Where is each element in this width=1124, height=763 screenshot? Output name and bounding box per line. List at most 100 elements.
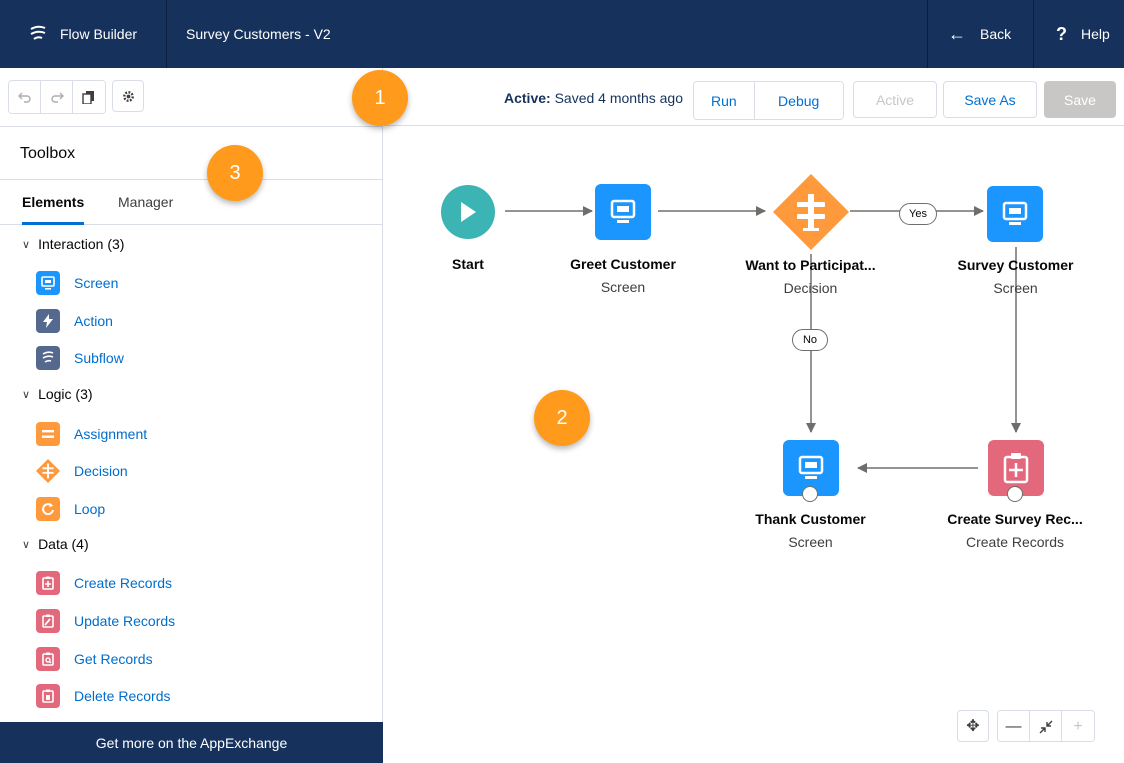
zoom-in-button[interactable]: + xyxy=(1062,711,1094,741)
back-button[interactable]: ← Back xyxy=(948,0,1011,68)
node-decision[interactable] xyxy=(771,172,851,252)
divider xyxy=(166,0,167,68)
sidebar-toolbar xyxy=(8,80,144,114)
delete-records-icon xyxy=(36,684,60,708)
lightning-icon xyxy=(36,309,60,333)
update-records-icon xyxy=(36,609,60,633)
element-label: Delete Records xyxy=(74,688,171,704)
help-icon: ? xyxy=(1056,23,1067,44)
redo-icon xyxy=(50,92,64,103)
callout-badge-2: 2 xyxy=(534,390,590,446)
outcome-no-label[interactable]: No xyxy=(792,329,828,351)
copy-button[interactable] xyxy=(73,81,105,113)
save-button[interactable]: Save xyxy=(1044,81,1116,118)
node-survey-type: Screen xyxy=(993,280,1038,296)
toolbox-tabs: Elements Manager xyxy=(0,180,382,225)
toolbox-panel: Toolbox Elements Manager ∨ Interaction (… xyxy=(0,68,383,763)
element-decision[interactable]: Decision xyxy=(36,459,128,483)
save-as-button[interactable]: Save As xyxy=(943,81,1037,118)
node-create-type: Create Records xyxy=(965,534,1065,550)
run-button[interactable]: Run xyxy=(694,82,755,119)
element-loop[interactable]: Loop xyxy=(36,497,105,521)
screen-icon xyxy=(1002,201,1028,225)
element-screen[interactable]: Screen xyxy=(36,271,118,295)
decision-icon xyxy=(773,174,849,250)
active-button-wrap: Active xyxy=(853,81,937,118)
node-survey-customer[interactable] xyxy=(987,186,1043,242)
section-logic[interactable]: ∨ Logic (3) xyxy=(22,386,93,402)
node-survey-label: Survey Customer xyxy=(957,257,1074,273)
global-header: Flow Builder Survey Customers - V2 ← Bac… xyxy=(0,0,1124,68)
collapse-icon xyxy=(1039,720,1052,734)
node-start[interactable] xyxy=(441,185,495,239)
node-greet-type: Screen xyxy=(600,279,646,295)
help-label: Help xyxy=(1081,26,1110,42)
undo-button[interactable] xyxy=(9,81,41,113)
plus-icon: + xyxy=(1073,718,1083,735)
chevron-down-icon: ∨ xyxy=(22,238,31,251)
help-button[interactable]: ? Help xyxy=(1056,0,1110,68)
screen-icon xyxy=(798,455,824,479)
element-label: Assignment xyxy=(74,426,148,442)
tab-elements[interactable]: Elements xyxy=(22,180,85,225)
element-label: Update Records xyxy=(74,613,176,629)
zoom-group: — + xyxy=(997,710,1095,742)
element-update-records[interactable]: Update Records xyxy=(36,609,175,633)
status-prefix: Active: xyxy=(504,90,551,106)
zoom-out-button[interactable]: — xyxy=(998,711,1030,741)
section-data[interactable]: ∨ Data (4) xyxy=(22,536,89,552)
back-label: Back xyxy=(980,26,1012,42)
section-label: Data (4) xyxy=(38,536,89,552)
section-label: Logic (3) xyxy=(38,386,93,402)
status-text: Active: Saved 4 months ago xyxy=(504,90,683,106)
element-label: Action xyxy=(74,313,113,329)
screen-icon xyxy=(610,199,636,223)
node-thank-type: Screen xyxy=(788,534,833,550)
redo-button[interactable] xyxy=(41,81,73,113)
element-action[interactable]: Action xyxy=(36,309,113,333)
screen-icon xyxy=(36,271,60,295)
thank-connector-handle[interactable] xyxy=(802,486,818,502)
status-value: Saved 4 months ago xyxy=(554,90,683,106)
decision-icon xyxy=(36,459,60,483)
element-subflow[interactable]: Subflow xyxy=(36,346,124,370)
flow-canvas[interactable]: Start Greet Customer Screen Want to Part… xyxy=(383,127,1124,763)
action-bar: Active: Saved 4 months ago Run Debug Act… xyxy=(383,68,1124,126)
element-assignment[interactable]: Assignment xyxy=(36,422,147,446)
appexchange-link[interactable]: Get more on the AppExchange xyxy=(0,722,383,763)
arrow-left-icon: ← xyxy=(948,23,966,44)
debug-button[interactable]: Debug xyxy=(754,82,843,119)
chevron-down-icon: ∨ xyxy=(22,388,31,401)
create-records-icon xyxy=(1003,453,1029,484)
element-label: Screen xyxy=(74,275,119,291)
minus-icon: — xyxy=(1005,718,1022,735)
node-greet-label: Greet Customer xyxy=(570,256,676,272)
play-icon xyxy=(461,202,476,222)
pan-button[interactable]: ✥ xyxy=(957,710,989,742)
element-get-records[interactable]: Get Records xyxy=(36,647,153,671)
node-create-label: Create Survey Rec... xyxy=(947,511,1083,527)
app-title[interactable]: Flow Builder xyxy=(28,0,137,68)
element-label: Subflow xyxy=(74,350,124,366)
toolbox-title: Toolbox xyxy=(20,145,76,162)
node-greet-customer[interactable] xyxy=(595,184,651,240)
create-connector-handle[interactable] xyxy=(1007,486,1023,502)
callout-badge-3: 3 xyxy=(207,145,263,201)
divider xyxy=(927,0,928,68)
divider xyxy=(1033,0,1034,68)
flow-name: Survey Customers - V2 xyxy=(186,0,331,68)
activate-button[interactable]: Active xyxy=(853,81,937,118)
element-label: Loop xyxy=(74,501,106,517)
get-records-icon xyxy=(36,647,60,671)
element-label: Create Records xyxy=(74,575,173,591)
settings-button[interactable] xyxy=(112,80,144,112)
run-debug-group: Run Debug xyxy=(693,81,844,120)
save-as-wrap: Save As xyxy=(943,81,1037,118)
outcome-yes-label[interactable]: Yes xyxy=(899,203,937,225)
section-interaction[interactable]: ∨ Interaction (3) xyxy=(22,236,124,252)
element-delete-records[interactable]: Delete Records xyxy=(36,684,171,708)
tab-manager[interactable]: Manager xyxy=(118,180,173,225)
flow-icon xyxy=(30,25,46,40)
fit-view-button[interactable] xyxy=(1030,711,1062,741)
element-create-records[interactable]: Create Records xyxy=(36,571,172,595)
